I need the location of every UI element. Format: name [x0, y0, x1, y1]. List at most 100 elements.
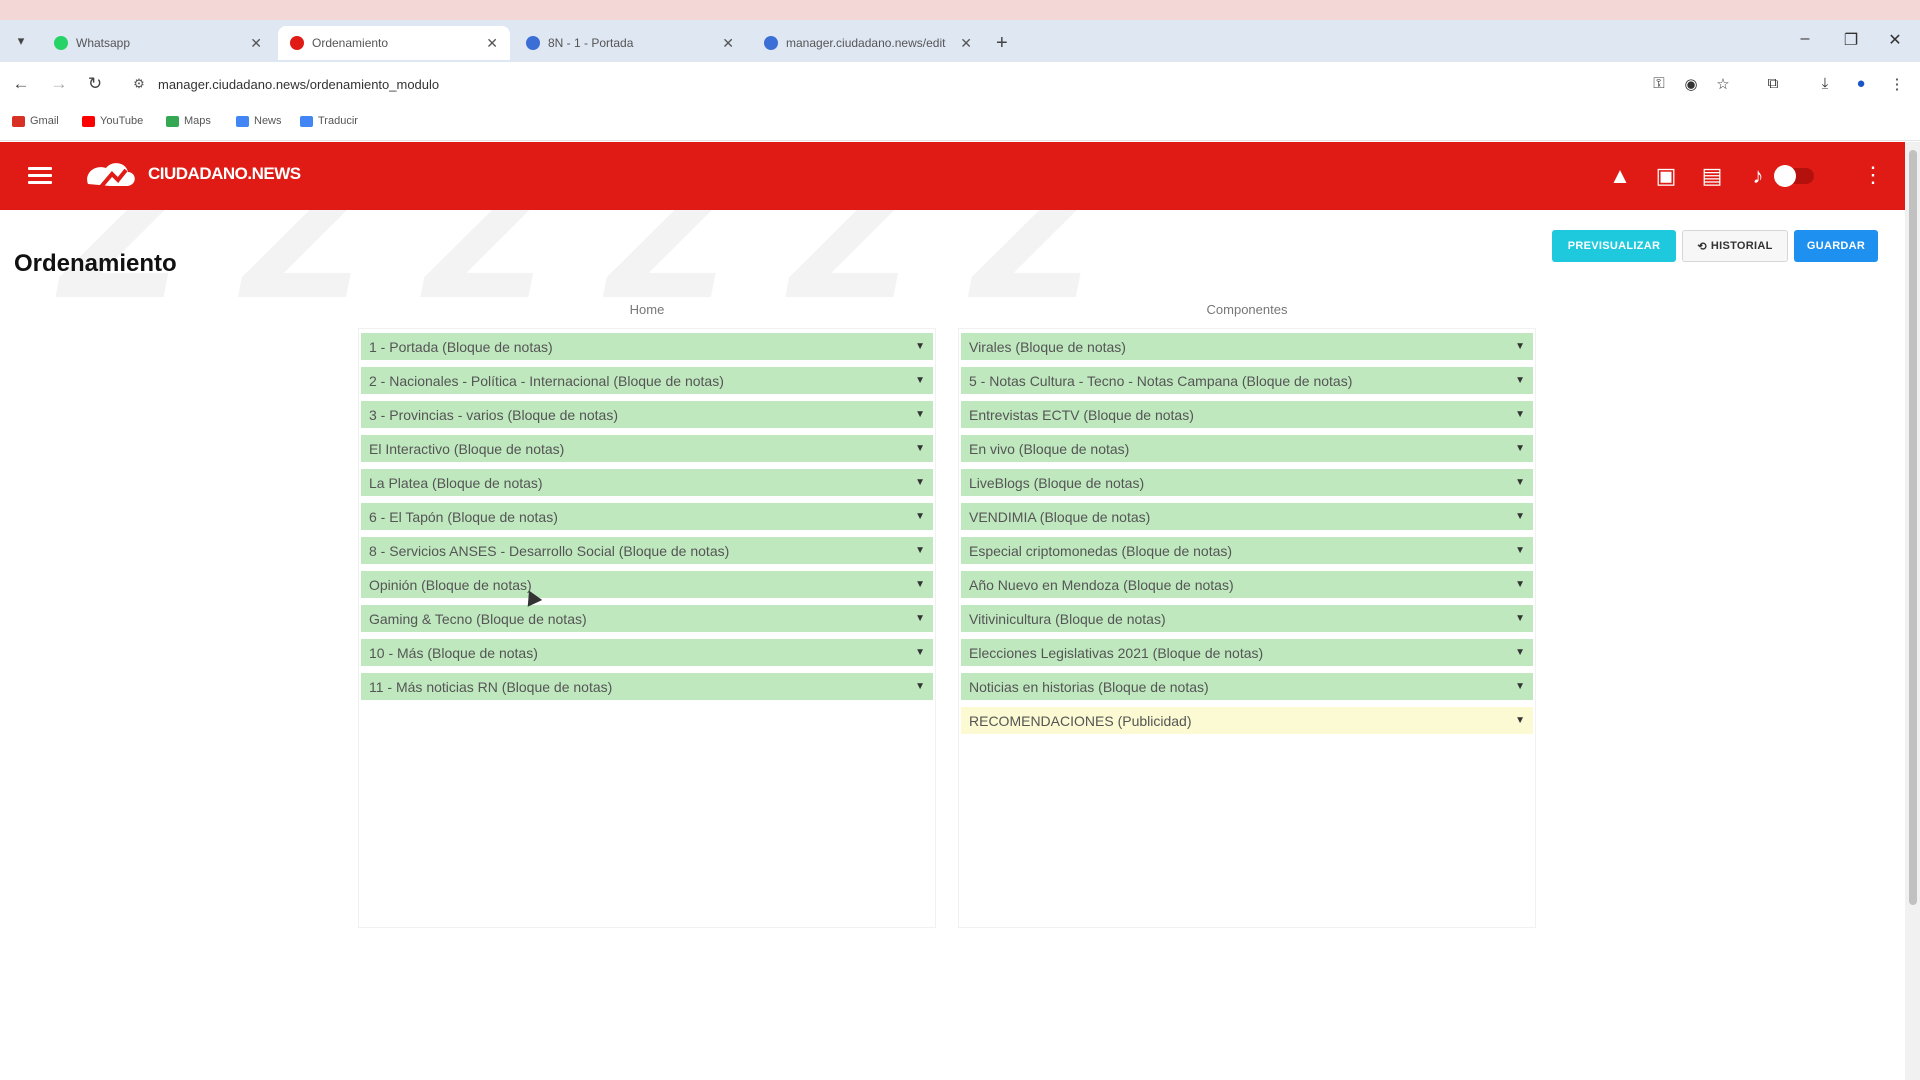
- chevron-down-icon[interactable]: ▼: [915, 613, 925, 624]
- ad-block-item[interactable]: RECOMENDACIONES (Publicidad) ▼: [961, 707, 1533, 734]
- component-block-item[interactable]: Virales (Bloque de notas) ▼: [961, 333, 1533, 360]
- home-block-item[interactable]: 11 - Más noticias RN (Bloque de notas) ▼: [361, 673, 933, 700]
- browser-menu-icon[interactable]: ⋮: [1886, 75, 1908, 93]
- chevron-down-icon[interactable]: ▼: [915, 477, 925, 488]
- chevron-down-icon[interactable]: ▼: [1515, 341, 1525, 352]
- bookmark-item[interactable]: Gmail: [12, 115, 59, 127]
- tab-title: Whatsapp: [76, 36, 131, 50]
- browser-tab[interactable]: 8N - 1 - Portada ✕: [514, 26, 746, 60]
- address-text: manager.ciudadano.news/ordenamiento_modu…: [158, 76, 440, 92]
- warning-icon[interactable]: ▲: [1606, 162, 1634, 190]
- theme-toggle[interactable]: [1774, 165, 1814, 187]
- tab-title: 8N - 1 - Portada: [548, 36, 634, 50]
- home-block-item[interactable]: Gaming & Tecno (Bloque de notas) ▼: [361, 605, 933, 632]
- bell-icon[interactable]: ♪: [1744, 162, 1772, 190]
- chevron-down-icon[interactable]: ▼: [1515, 545, 1525, 556]
- chevron-down-icon[interactable]: ▼: [915, 375, 925, 386]
- browser-tab[interactable]: manager.ciudadano.news/edit ✕: [752, 26, 984, 60]
- chat-icon[interactable]: ▣: [1652, 162, 1680, 190]
- home-block-item[interactable]: El Interactivo (Bloque de notas) ▼: [361, 435, 933, 462]
- home-block-item[interactable]: La Platea (Bloque de notas) ▼: [361, 469, 933, 496]
- tab-close-icon[interactable]: ✕: [486, 35, 498, 52]
- chevron-down-icon[interactable]: ▼: [915, 511, 925, 522]
- minimize-icon[interactable]: –: [1790, 30, 1820, 48]
- chevron-down-icon[interactable]: ▼: [1515, 613, 1525, 624]
- preview-button[interactable]: PREVISUALIZAR: [1552, 230, 1676, 262]
- restore-icon[interactable]: ❐: [1836, 30, 1866, 50]
- reload-icon[interactable]: ↻: [84, 74, 106, 94]
- brand-name: CIUDADANO.NEWS: [148, 164, 301, 183]
- block-label: RECOMENDACIONES (Publicidad): [969, 712, 1192, 729]
- bookmark-item[interactable]: News: [236, 115, 282, 127]
- browser-tab[interactable]: Ordenamiento ✕: [278, 26, 510, 60]
- home-block-item[interactable]: 10 - Más (Bloque de notas) ▼: [361, 639, 933, 666]
- profile-icon[interactable]: ●: [1850, 75, 1872, 92]
- chevron-down-icon[interactable]: ▼: [915, 681, 925, 692]
- chevron-down-icon[interactable]: ▼: [1515, 443, 1525, 454]
- page-scrollbar-thumb[interactable]: [1909, 150, 1917, 905]
- close-window-icon[interactable]: ✕: [1880, 30, 1910, 50]
- chevron-down-icon[interactable]: ▼: [915, 647, 925, 658]
- home-block-item[interactable]: 6 - El Tapón (Bloque de notas) ▼: [361, 503, 933, 530]
- chevron-down-icon[interactable]: ▼: [915, 545, 925, 556]
- chevron-down-icon[interactable]: ▼: [1515, 375, 1525, 386]
- tab-close-icon[interactable]: ✕: [960, 35, 972, 52]
- home-block-item[interactable]: Opinión (Bloque de notas) ▼: [361, 571, 933, 598]
- components-block-list[interactable]: Virales (Bloque de notas) ▼ 5 - Notas Cult…: [958, 328, 1536, 928]
- eye-off-icon[interactable]: ◉: [1680, 75, 1702, 93]
- tab-close-icon[interactable]: ✕: [722, 35, 734, 52]
- download-icon[interactable]: ⤓: [1814, 75, 1836, 92]
- more-options-icon[interactable]: ⋮: [1862, 162, 1884, 188]
- password-key-icon[interactable]: ⚿: [1648, 75, 1670, 92]
- hamburger-menu-icon[interactable]: [28, 164, 52, 188]
- component-block-item[interactable]: Vitivinicultura (Bloque de notas) ▼: [961, 605, 1533, 632]
- chevron-down-icon[interactable]: ▼: [1515, 511, 1525, 522]
- component-block-item[interactable]: Noticias en historias (Bloque de notas) ▼: [961, 673, 1533, 700]
- home-block-item[interactable]: 1 - Portada (Bloque de notas) ▼: [361, 333, 933, 360]
- bookmark-item[interactable]: Traducir: [300, 115, 358, 127]
- tab-search-icon[interactable]: ▾: [10, 30, 32, 52]
- chevron-down-icon[interactable]: ▼: [915, 341, 925, 352]
- component-block-item[interactable]: LiveBlogs (Bloque de notas) ▼: [961, 469, 1533, 496]
- chevron-down-icon[interactable]: ▼: [1515, 409, 1525, 420]
- component-block-item[interactable]: VENDIMIA (Bloque de notas) ▼: [961, 503, 1533, 530]
- home-block-item[interactable]: 8 - Servicios ANSES - Desarrollo Social …: [361, 537, 933, 564]
- tab-favicon-icon: [290, 36, 304, 50]
- component-block-item[interactable]: Entrevistas ECTV (Bloque de notas) ▼: [961, 401, 1533, 428]
- chevron-down-icon[interactable]: ▼: [1515, 579, 1525, 590]
- component-block-item[interactable]: 5 - Notas Cultura - Tecno - Notas Campan…: [961, 367, 1533, 394]
- chevron-down-icon[interactable]: ▼: [915, 409, 925, 420]
- home-block-item[interactable]: 3 - Provincias - varios (Bloque de notas…: [361, 401, 933, 428]
- chevron-down-icon[interactable]: ▼: [915, 579, 925, 590]
- home-block-item[interactable]: 2 - Nacionales - Política - Internaciona…: [361, 367, 933, 394]
- clipboard-icon[interactable]: ▤: [1698, 162, 1726, 190]
- history-button[interactable]: ⟲ HISTORIAL: [1682, 230, 1788, 262]
- home-block-list[interactable]: 1 - Portada (Bloque de notas) ▼ 2 - Nacion…: [358, 328, 936, 928]
- chevron-down-icon[interactable]: ▼: [1515, 477, 1525, 488]
- block-label: 2 - Nacionales - Política - Internaciona…: [369, 372, 724, 389]
- bookmark-star-icon[interactable]: ☆: [1712, 75, 1734, 93]
- component-block-item[interactable]: Elecciones Legislativas 2021 (Bloque de …: [961, 639, 1533, 666]
- extensions-icon[interactable]: ⧉: [1762, 75, 1784, 92]
- bookmark-item[interactable]: YouTube: [82, 115, 143, 127]
- component-block-item[interactable]: Año Nuevo en Mendoza (Bloque de notas) ▼: [961, 571, 1533, 598]
- component-block-item[interactable]: Especial criptomonedas (Bloque de notas)…: [961, 537, 1533, 564]
- chevron-down-icon[interactable]: ▼: [1515, 647, 1525, 658]
- address-bar[interactable]: ⚙ manager.ciudadano.news/ordenamiento_mo…: [128, 68, 1628, 100]
- site-info-icon[interactable]: ⚙: [128, 76, 150, 92]
- bookmark-item[interactable]: Maps: [166, 115, 211, 127]
- new-tab-button[interactable]: +: [996, 32, 1008, 55]
- chevron-down-icon[interactable]: ▼: [915, 443, 925, 454]
- chevron-down-icon[interactable]: ▼: [1515, 715, 1525, 726]
- back-icon[interactable]: ←: [10, 74, 32, 94]
- bookmark-favicon-icon: [12, 115, 25, 127]
- save-button[interactable]: GUARDAR: [1794, 230, 1878, 262]
- tab-title: Ordenamiento: [312, 36, 389, 50]
- chevron-down-icon[interactable]: ▼: [1515, 681, 1525, 692]
- forward-icon[interactable]: →: [48, 74, 70, 94]
- browser-tab[interactable]: Whatsapp ✕: [42, 26, 274, 60]
- tab-close-icon[interactable]: ✕: [250, 35, 262, 52]
- component-block-item[interactable]: En vivo (Bloque de notas) ▼: [961, 435, 1533, 462]
- brand-logo[interactable]: [82, 158, 138, 194]
- block-label: 11 - Más noticias RN (Bloque de notas): [369, 678, 613, 695]
